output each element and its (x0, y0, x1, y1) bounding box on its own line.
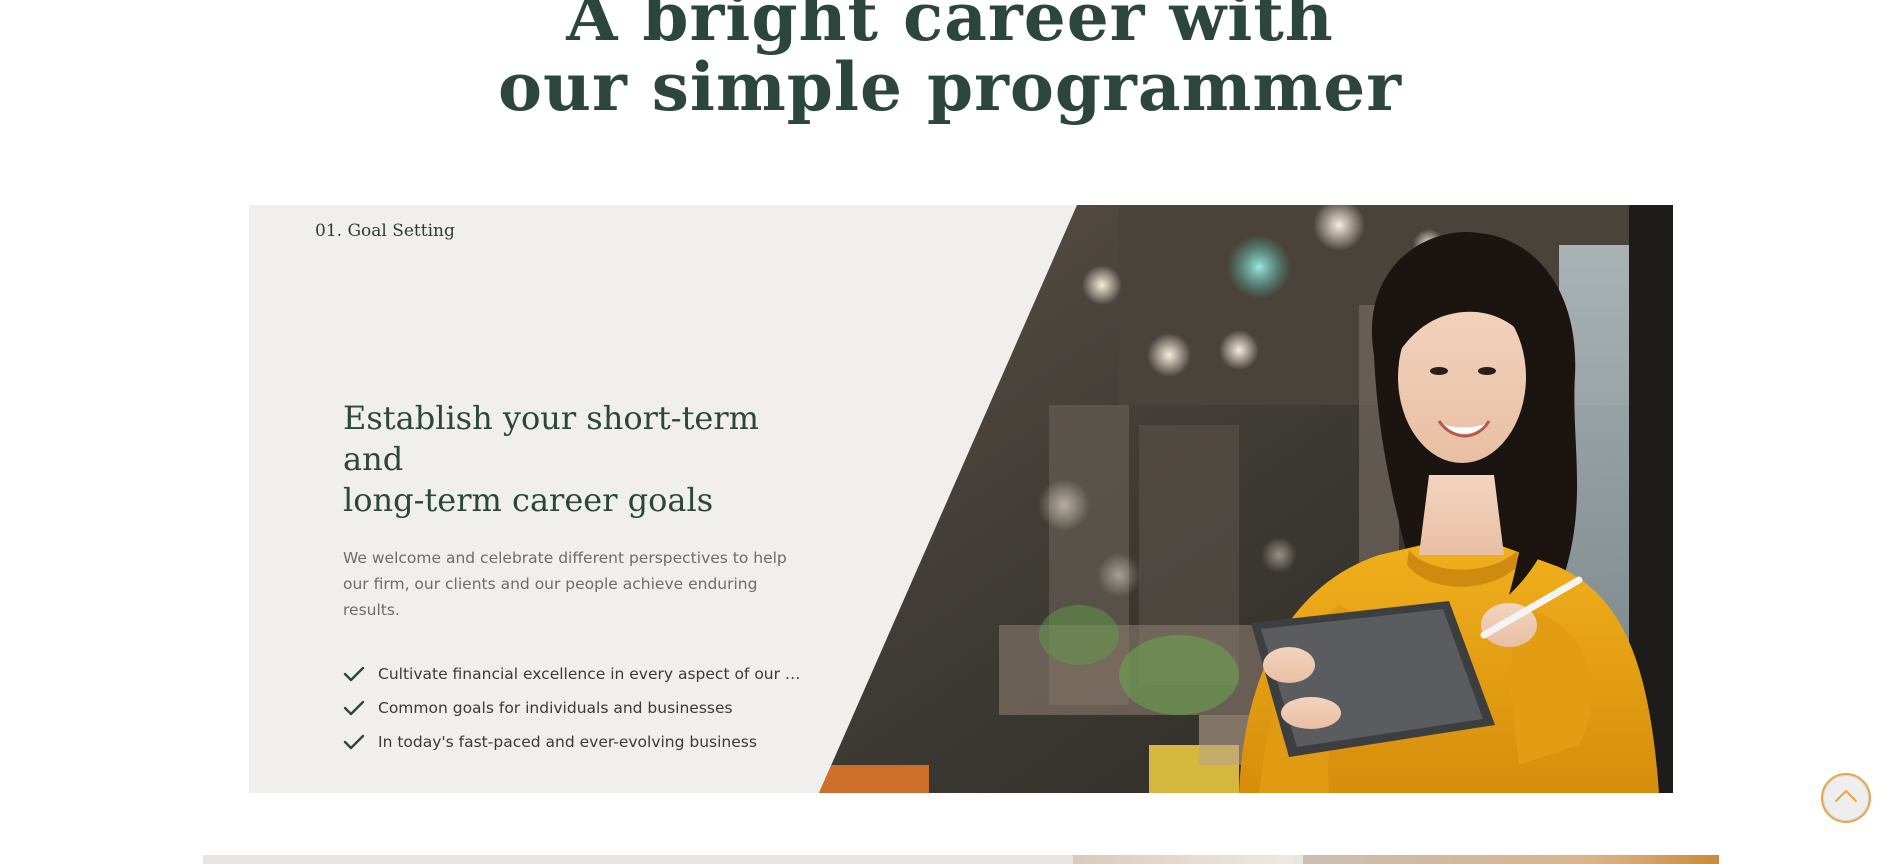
step-card-goal-setting: 01. Goal Setting Establish your short-te… (249, 205, 1673, 793)
step-label: 01. Goal Setting (315, 221, 455, 241)
next-card-image-left (1073, 855, 1293, 864)
section-title: A bright career with our simple programm… (0, 0, 1900, 122)
feature-text: Common goals for individuals and busines… (378, 699, 733, 717)
feature-item: Common goals for individuals and busines… (343, 691, 823, 725)
chevron-up-icon (1834, 789, 1858, 808)
section-title-line-1: A bright career with (566, 0, 1334, 56)
career-photo (819, 205, 1673, 793)
step-heading-line-1: Establish your short-term and (343, 399, 759, 478)
page: A bright career with our simple programm… (0, 0, 1900, 864)
feature-item: In today's fast-paced and ever-evolving … (343, 725, 823, 759)
feature-item: Cultivate financial excellence in every … (343, 657, 823, 691)
check-icon (343, 733, 365, 751)
step-description: We welcome and celebrate different persp… (343, 549, 787, 619)
step-heading: Establish your short-term and long-term … (343, 398, 823, 521)
section-title-line-2: our simple programmer (497, 48, 1403, 126)
next-card-image-right (1303, 855, 1719, 864)
feature-text: Cultivate financial excellence in every … (378, 665, 803, 683)
scroll-to-top-button[interactable] (1821, 773, 1871, 823)
feature-text: In today's fast-paced and ever-evolving … (378, 733, 757, 751)
next-step-card (203, 855, 1719, 864)
step-heading-line-2: long-term career goals (343, 481, 714, 519)
check-icon (343, 699, 365, 717)
feature-list: Cultivate financial excellence in every … (343, 657, 823, 759)
check-icon (343, 665, 365, 683)
step-content: Establish your short-term and long-term … (343, 398, 823, 759)
